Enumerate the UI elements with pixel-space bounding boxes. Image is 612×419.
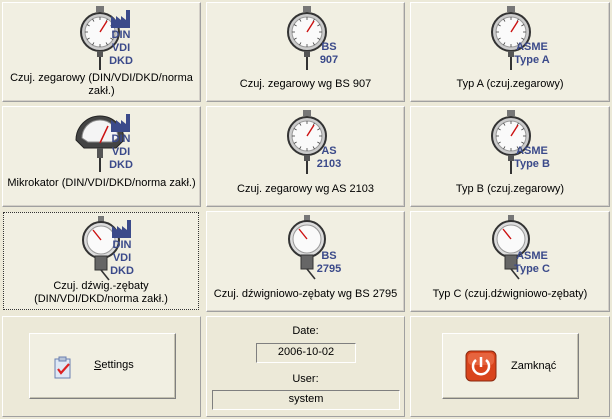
tile-caption-line: Czuj. dźwigniowo-zębaty wg BS 2795 — [213, 288, 398, 300]
standard-line: BS — [321, 41, 337, 53]
tile-caption-line: Czuj. zegarowy (DIN/VDI/DKD/norma zakł.) — [10, 72, 193, 97]
tile-caption: Typ C (czuj.dźwigniowo-zębaty) — [413, 288, 607, 301]
standard-line: DIN — [112, 239, 132, 251]
standard-label: ASME Type C — [506, 250, 558, 276]
tile-caption: Czuj. zegarowy wg AS 2103 — [209, 183, 402, 196]
standard-line: ASME — [516, 145, 548, 157]
standard-line: VDI — [111, 42, 131, 54]
standard-line: DKD — [110, 265, 134, 277]
tile-caption: Czuj. zegarowy wg BS 907 — [209, 78, 402, 91]
info-panel: Date: 2006-10-02 User: system — [206, 316, 405, 417]
tile-lever-indicator-din[interactable]: DIN VDI DKD Czuj. dźwig.-zębaty (DIN/VDI/DKD… — [3, 212, 199, 310]
tile-caption: Czuj. zegarowy (DIN/VDI/DKD/norma zakł.) — [5, 72, 198, 98]
date-label: Date: — [292, 325, 319, 337]
tile-caption-line: Typ B (czuj.zegarowy) — [455, 183, 565, 195]
standard-line: DKD — [109, 159, 133, 171]
tile-caption-line: Typ C (czuj.dźwigniowo-zębaty) — [432, 288, 588, 300]
standard-line: 907 — [319, 54, 339, 66]
tile-caption: Czuj. dźwig.-zębaty (DIN/VDI/DKD/norma za… — [6, 280, 196, 306]
standard-line: BS — [321, 250, 337, 262]
standard-line: 2795 — [316, 263, 342, 275]
standard-line: ASME — [516, 41, 548, 53]
tile-caption: Typ B (czuj.zegarowy) — [413, 183, 607, 196]
tile-caption: Typ A (czuj.zegarowy) — [413, 78, 607, 91]
tile-caption-line: (DIN/VDI/DKD/norma zakł.) — [34, 293, 168, 305]
close-button[interactable]: Zamknąć — [442, 333, 579, 399]
tile-lever-indicator-bs2795[interactable]: BS 2795 Czuj. dźwigniowo-zębaty wg BS 2795 — [206, 211, 405, 312]
tile-dial-indicator-din[interactable]: DIN VDI DKD Czuj. zegarowy (DIN/VDI/DKD/nor… — [2, 2, 201, 102]
tile-dial-indicator-as2103[interactable]: AS 2103 Czuj. zegarowy wg AS 2103 — [206, 106, 405, 207]
standard-label: BS 2795 — [315, 250, 343, 276]
user-field: system — [212, 390, 400, 410]
tile-type-a[interactable]: ASME Type A Typ A (czuj.zegarowy) — [410, 2, 610, 102]
tile-caption: Czuj. dźwigniowo-zębaty wg BS 2795 — [209, 288, 402, 301]
standard-label: DIN VDI DKD — [107, 29, 135, 68]
tile-mikrokator[interactable]: DIN VDI DKD Mikrokator (DIN/VDI/DKD/norma z… — [2, 106, 201, 207]
tile-caption-line: Czuj. zegarowy wg AS 2103 — [237, 183, 374, 195]
tile-type-b[interactable]: ASME Type B Typ B (czuj.zegarowy) — [410, 106, 610, 207]
standard-label: BS 907 — [315, 41, 343, 67]
tile-dial-indicator-bs907[interactable]: BS 907 Czuj. zegarowy wg BS 907 — [206, 2, 405, 102]
standard-label: AS 2103 — [315, 145, 343, 171]
standard-line: DKD — [109, 55, 133, 67]
tile-caption: Mikrokator (DIN/VDI/DKD/norma zakł.) — [5, 177, 198, 190]
standard-line: VDI — [111, 146, 131, 158]
standard-line: Type C — [514, 263, 550, 275]
standard-label: DIN VDI DKD — [107, 133, 135, 172]
close-label: Zamknąć — [511, 360, 557, 372]
factory-icon — [112, 218, 134, 241]
tile-caption-line: Mikrokator (DIN/VDI/DKD/norma zakł.) — [7, 177, 196, 189]
standard-label: DIN VDI DKD — [108, 239, 136, 278]
tile-caption-line: Czuj. dźwig.-zębaty — [53, 280, 149, 292]
power-icon — [465, 350, 497, 382]
factory-icon — [111, 8, 133, 31]
standard-line: DIN — [111, 133, 131, 145]
user-label: User: — [292, 373, 319, 385]
settings-panel: Settings — [2, 316, 201, 417]
settings-clipboard-icon — [54, 356, 71, 379]
standard-line: ASME — [516, 250, 548, 262]
settings-label: Settings — [94, 359, 134, 371]
standard-line: AS — [321, 145, 337, 157]
close-panel: Zamknąć — [410, 316, 610, 417]
factory-icon — [111, 112, 133, 135]
standard-label: ASME Type B — [506, 145, 558, 171]
standard-line: DIN — [111, 29, 131, 41]
date-field: 2006-10-02 — [256, 343, 356, 363]
standard-label: ASME Type A — [506, 41, 558, 67]
settings-button[interactable]: Settings — [29, 333, 176, 399]
tile-caption-line: Typ A (czuj.zegarowy) — [456, 78, 564, 90]
tile-type-c[interactable]: ASME Type C Typ C (czuj.dźwigniowo-zębaty) — [410, 211, 610, 312]
standard-line: Type A — [514, 54, 550, 66]
standard-line: Type B — [514, 158, 550, 170]
standard-line: 2103 — [316, 158, 342, 170]
settings-label-rest: ettings — [101, 359, 134, 371]
standard-line: VDI — [112, 252, 132, 264]
tile-caption-line: Czuj. zegarowy wg BS 907 — [239, 78, 372, 90]
